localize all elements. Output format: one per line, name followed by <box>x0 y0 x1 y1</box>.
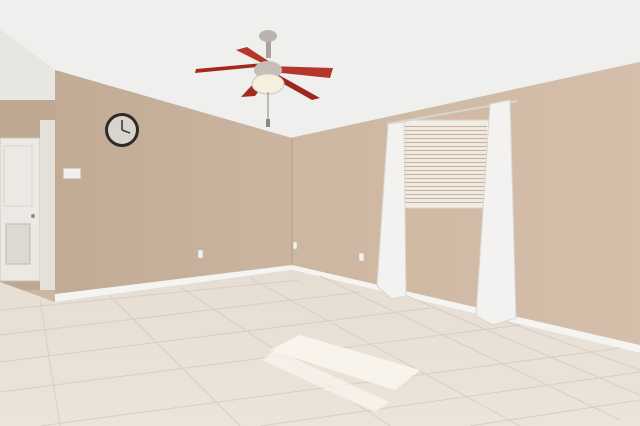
outlet-corner <box>292 241 298 250</box>
thermostat[interactable] <box>62 167 82 180</box>
empty-room-photo <box>0 0 640 426</box>
door-knob[interactable] <box>31 214 35 218</box>
outlet-left <box>197 249 204 259</box>
outlet-right <box>358 252 365 262</box>
window-blinds[interactable] <box>405 125 487 203</box>
door-vent <box>5 223 31 265</box>
wall-clock <box>105 113 139 147</box>
room-illustration <box>0 0 640 426</box>
door-frame <box>40 120 55 290</box>
